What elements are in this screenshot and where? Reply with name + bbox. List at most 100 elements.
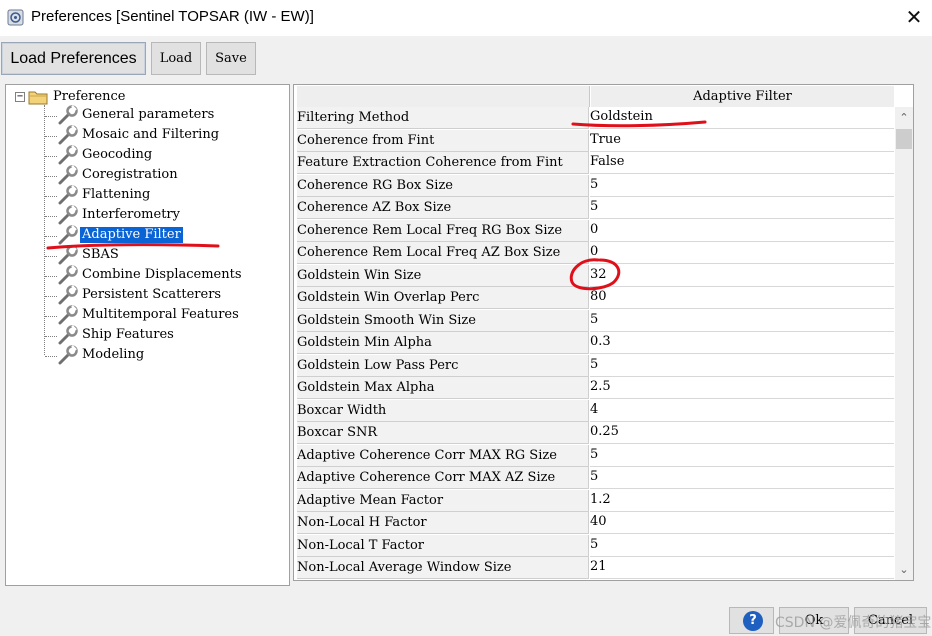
vertical-scrollbar[interactable]: ⌃ ⌄ xyxy=(895,107,913,580)
tree-item[interactable]: Combine Displacements xyxy=(45,265,285,285)
property-row[interactable]: Goldstein Win Overlap Perc 80 xyxy=(297,287,894,310)
tree-item[interactable]: Ship Features xyxy=(45,325,285,345)
tree-item[interactable]: SBAS xyxy=(45,245,285,265)
collapse-toggle[interactable]: − xyxy=(15,92,25,102)
tree-item[interactable]: Interferometry xyxy=(45,205,285,225)
tree-item-label[interactable]: Ship Features xyxy=(82,327,174,343)
property-value[interactable]: 4 xyxy=(590,399,894,422)
property-value[interactable]: 5 xyxy=(590,444,894,467)
property-value[interactable]: Goldstein xyxy=(590,107,894,129)
wrench-icon xyxy=(58,165,78,185)
title-bar: Preferences [Sentinel TOPSAR (IW - EW)] … xyxy=(0,0,932,36)
help-icon[interactable]: ? xyxy=(743,611,763,631)
property-row[interactable]: Goldstein Low Pass Perc 5 xyxy=(297,354,894,378)
property-value[interactable]: True xyxy=(590,129,894,152)
close-button[interactable]: ✕ xyxy=(903,6,925,28)
tree-item[interactable]: Flattening xyxy=(45,185,285,205)
property-row[interactable]: Non-Local H Factor 40 xyxy=(297,512,894,535)
property-row[interactable]: Coherence AZ Box Size 5 xyxy=(297,197,894,220)
tree-root-label[interactable]: Preference xyxy=(53,89,125,105)
tree-item[interactable]: General parameters xyxy=(45,105,285,125)
property-row[interactable]: Filtering Method Goldstein xyxy=(297,107,894,130)
property-row[interactable]: Goldstein Max Alpha 2.5 xyxy=(297,377,894,400)
property-value[interactable]: 0 xyxy=(590,242,894,264)
cancel-button[interactable]: Cancel xyxy=(854,607,927,634)
tree-item[interactable]: Adaptive Filter xyxy=(45,225,285,245)
property-value[interactable]: 5 xyxy=(590,467,894,489)
property-row[interactable]: Coherence from Fint True xyxy=(297,129,894,153)
property-key: Non-Local T Factor xyxy=(297,534,589,557)
property-row[interactable]: Boxcar SNR 0.25 xyxy=(297,422,894,445)
tree-connector xyxy=(45,156,57,157)
ok-button[interactable]: Ok xyxy=(779,607,849,634)
property-value[interactable]: 1.2 xyxy=(590,489,894,512)
tree-connector xyxy=(45,256,57,257)
tree-item-label[interactable]: Adaptive Filter xyxy=(80,227,183,243)
property-row[interactable]: Adaptive Coherence Corr MAX AZ Size 5 xyxy=(297,467,894,490)
property-key: Coherence AZ Box Size xyxy=(297,197,589,219)
tree-connector xyxy=(45,316,57,317)
property-value[interactable]: False xyxy=(590,152,894,174)
property-value[interactable]: 0.3 xyxy=(590,332,894,354)
property-value[interactable]: 5 xyxy=(590,309,894,332)
property-row[interactable]: Goldstein Min Alpha 0.3 xyxy=(297,332,894,355)
tree-item[interactable]: Coregistration xyxy=(45,165,285,185)
property-value[interactable]: 5 xyxy=(590,174,894,197)
wrench-icon xyxy=(58,225,78,245)
preference-tree[interactable]: − Preference General parameters Mosaic an… xyxy=(5,84,290,586)
property-row[interactable]: Coherence RG Box Size 5 xyxy=(297,174,894,198)
tree-connector xyxy=(45,176,57,177)
property-row[interactable]: Adaptive Mean Factor 1.2 xyxy=(297,489,894,513)
scroll-up-icon[interactable]: ⌃ xyxy=(895,109,913,127)
property-key: Boxcar Width xyxy=(297,399,589,422)
property-value[interactable]: 5 xyxy=(590,197,894,219)
load-button[interactable]: Load xyxy=(151,42,201,75)
load-preferences-button[interactable]: Load Preferences xyxy=(1,42,146,75)
property-value[interactable]: 40 xyxy=(590,512,894,534)
wrench-icon xyxy=(58,345,78,365)
property-value[interactable]: 32 xyxy=(590,264,894,287)
tree-item-label[interactable]: Persistent Scatterers xyxy=(82,287,221,303)
window-title: Preferences [Sentinel TOPSAR (IW - EW)] xyxy=(31,8,314,25)
tree-item[interactable]: Modeling xyxy=(45,345,285,365)
tree-item-label[interactable]: Flattening xyxy=(82,187,150,203)
property-value[interactable]: 80 xyxy=(590,287,894,309)
tree-item-label[interactable]: Mosaic and Filtering xyxy=(82,127,219,143)
property-row[interactable]: Goldstein Smooth Win Size 5 xyxy=(297,309,894,333)
property-row[interactable]: Adaptive Coherence Corr MAX RG Size 5 xyxy=(297,444,894,468)
property-row[interactable]: Boxcar Width 4 xyxy=(297,399,894,423)
property-value[interactable]: 5 xyxy=(590,534,894,557)
tree-connector xyxy=(45,356,57,357)
tree-item[interactable]: Geocoding xyxy=(45,145,285,165)
tree-item-label[interactable]: SBAS xyxy=(82,247,119,263)
property-key: Adaptive Mean Factor xyxy=(297,489,589,512)
property-value[interactable]: 0 xyxy=(590,219,894,242)
scroll-thumb[interactable] xyxy=(896,129,912,149)
tree-item-label[interactable]: Combine Displacements xyxy=(82,267,242,283)
tree-item-label[interactable]: Coregistration xyxy=(82,167,178,183)
property-row[interactable]: Non-Local T Factor 5 xyxy=(297,534,894,558)
property-row[interactable]: Feature Extraction Coherence from Fint Fa… xyxy=(297,152,894,175)
property-row[interactable]: Coherence Rem Local Freq RG Box Size 0 xyxy=(297,219,894,243)
property-value[interactable]: 5 xyxy=(590,354,894,377)
tree-item[interactable]: Mosaic and Filtering xyxy=(45,125,285,145)
tree-item-label[interactable]: Modeling xyxy=(82,347,144,363)
help-button[interactable]: ? xyxy=(729,607,774,634)
tree-item[interactable]: Persistent Scatterers xyxy=(45,285,285,305)
property-value[interactable]: 0.25 xyxy=(590,422,894,444)
tree-connector xyxy=(45,216,57,217)
property-value[interactable]: 21 xyxy=(590,557,894,579)
property-row[interactable]: Non-Local Average Window Size 21 xyxy=(297,557,894,580)
property-value[interactable]: 2.5 xyxy=(590,377,894,399)
tree-item-label[interactable]: Interferometry xyxy=(82,207,180,223)
scroll-down-icon[interactable]: ⌄ xyxy=(895,561,913,579)
property-row[interactable]: Coherence Rem Local Freq AZ Box Size 0 xyxy=(297,242,894,265)
property-row[interactable]: Goldstein Win Size 32 xyxy=(297,264,894,288)
property-key: Boxcar SNR xyxy=(297,422,589,444)
close-icon[interactable]: ✕ xyxy=(906,5,923,29)
save-button[interactable]: Save xyxy=(206,42,256,75)
tree-item-label[interactable]: Multitemporal Features xyxy=(82,307,239,323)
tree-item-label[interactable]: General parameters xyxy=(82,107,214,123)
tree-item-label[interactable]: Geocoding xyxy=(82,147,152,163)
tree-item[interactable]: Multitemporal Features xyxy=(45,305,285,325)
